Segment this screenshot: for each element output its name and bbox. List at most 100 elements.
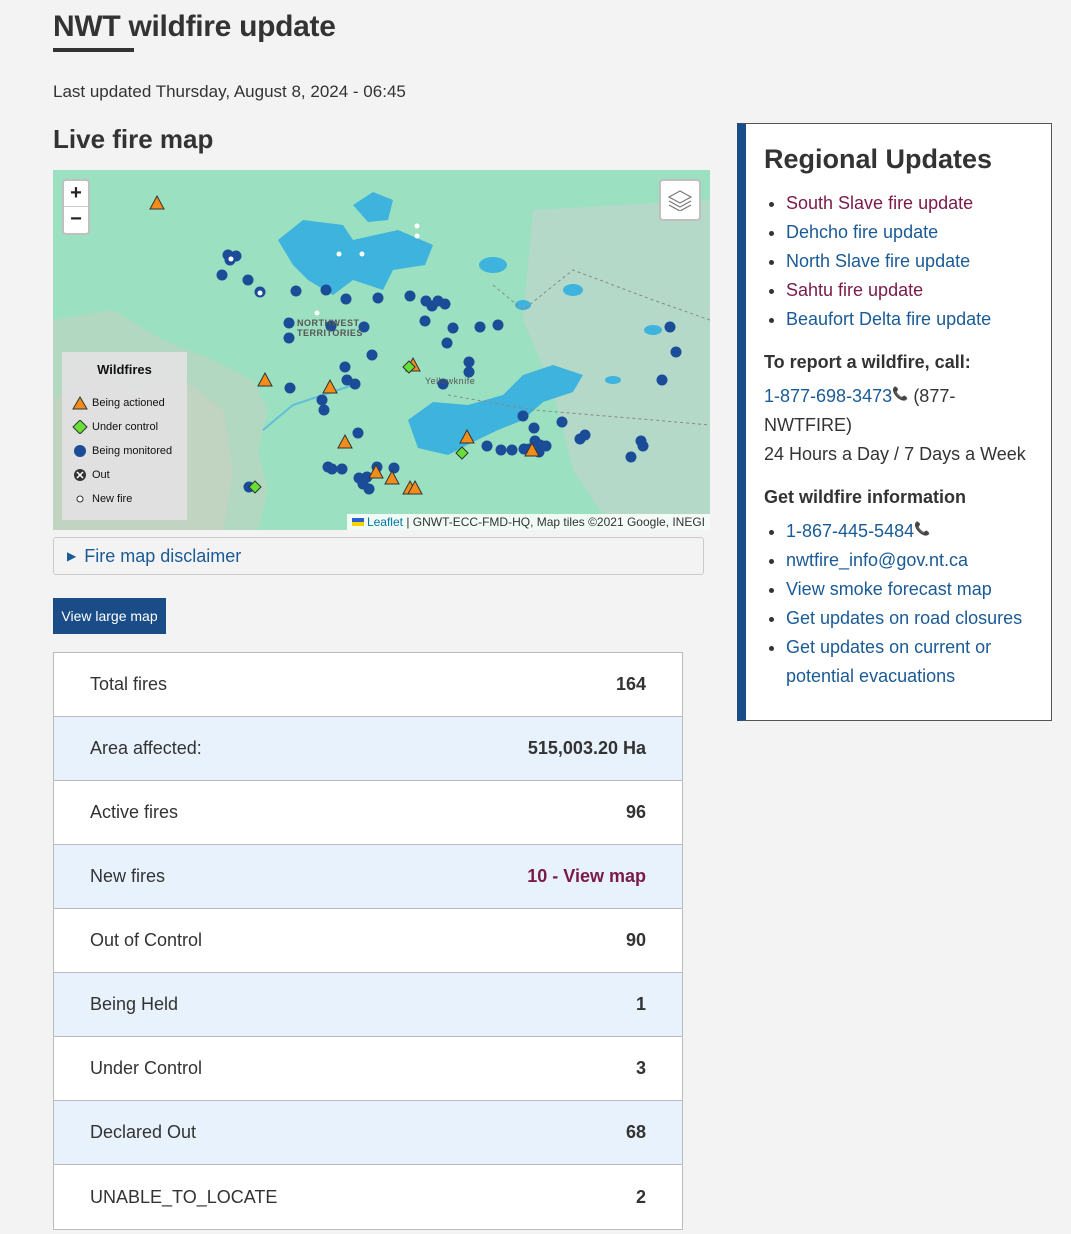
- table-row: Declared Out 68: [54, 1101, 682, 1165]
- fire-stats-table: Total fires 164 Area affected: 515,003.2…: [53, 652, 683, 1230]
- fire-marker-being-monitored[interactable]: [326, 463, 338, 475]
- fire-marker-under-control[interactable]: [455, 446, 469, 460]
- fire-marker-being-monitored[interactable]: [419, 315, 431, 327]
- report-hours: 24 Hours a Day / 7 Days a Week: [764, 444, 1026, 464]
- region-link-south-slave[interactable]: South Slave fire update: [786, 193, 973, 213]
- fire-marker-being-monitored[interactable]: [320, 284, 332, 296]
- fire-marker-being-monitored[interactable]: [540, 440, 552, 452]
- fire-marker-being-monitored[interactable]: [439, 298, 451, 310]
- layers-icon: [668, 190, 692, 211]
- ukraine-flag-icon: [351, 518, 364, 526]
- stat-value: 3: [635, 1058, 646, 1078]
- fire-marker-being-monitored[interactable]: [481, 440, 493, 452]
- x-circle-icon: [74, 469, 86, 481]
- fire-marker-being-actioned[interactable]: [322, 378, 338, 394]
- zoom-in-button[interactable]: +: [64, 181, 88, 207]
- fire-marker-being-monitored[interactable]: [656, 374, 668, 386]
- disclaimer-label: Fire map disclaimer: [84, 546, 242, 566]
- fire-marker-being-monitored[interactable]: [404, 290, 416, 302]
- page-title: NWT wildfire update: [53, 10, 336, 43]
- fire-marker-being-monitored[interactable]: [366, 349, 378, 361]
- stat-label: Out of Control: [90, 930, 203, 950]
- info-email-link[interactable]: nwtfire_info@gov.nt.ca: [786, 550, 968, 570]
- map-attribution: Leaflet | GNWT-ECC-FMD-HQ, Map tiles ©20…: [346, 514, 710, 530]
- fire-map[interactable]: NORTHWEST TERRITORIES Yellowknife + − Wi…: [53, 170, 710, 530]
- fire-marker-new[interactable]: [228, 256, 234, 262]
- stat-value: 515,003.20 Ha: [527, 738, 646, 758]
- leaflet-link[interactable]: Leaflet: [367, 515, 403, 529]
- fire-marker-being-monitored[interactable]: [528, 422, 540, 434]
- fire-marker-being-monitored[interactable]: [216, 269, 228, 281]
- fire-marker-being-actioned[interactable]: [149, 194, 165, 210]
- fire-marker-being-monitored[interactable]: [495, 444, 507, 456]
- fire-marker-being-monitored[interactable]: [242, 274, 254, 286]
- fire-marker-new[interactable]: [257, 290, 263, 296]
- layers-button[interactable]: [659, 179, 701, 221]
- fire-marker-being-monitored[interactable]: [441, 337, 453, 349]
- fire-marker-being-monitored[interactable]: [492, 319, 504, 331]
- evacuations-link[interactable]: Get updates on current or potential evac…: [786, 637, 991, 686]
- circle-icon: [74, 445, 86, 457]
- fire-marker-being-monitored[interactable]: [340, 293, 352, 305]
- fire-marker-being-monitored[interactable]: [363, 483, 375, 495]
- new-fires-view-map-link[interactable]: 10 - View map: [527, 866, 646, 887]
- fire-marker-new[interactable]: [359, 251, 365, 257]
- road-closures-link[interactable]: Get updates on road closures: [786, 608, 1022, 628]
- fire-marker-new[interactable]: [414, 223, 420, 229]
- fire-marker-being-actioned[interactable]: [459, 428, 475, 444]
- fire-marker-being-actioned[interactable]: [257, 371, 273, 387]
- fire-marker-being-monitored[interactable]: [318, 404, 330, 416]
- fire-marker-being-monitored[interactable]: [556, 416, 568, 428]
- fire-marker-being-monitored[interactable]: [506, 444, 518, 456]
- stat-label: New fires: [90, 866, 166, 886]
- table-row: Total fires 164: [54, 653, 682, 717]
- fire-marker-new[interactable]: [314, 310, 320, 316]
- fire-marker-being-monitored[interactable]: [637, 440, 649, 452]
- legend-item-new-fire: New fire: [72, 487, 177, 511]
- fire-marker-being-monitored[interactable]: [372, 292, 384, 304]
- view-large-map-button[interactable]: View large map: [53, 598, 166, 634]
- fire-marker-being-monitored[interactable]: [664, 321, 676, 333]
- fire-marker-new[interactable]: [414, 233, 420, 239]
- fire-marker-being-monitored[interactable]: [290, 285, 302, 297]
- zoom-control: + −: [62, 179, 90, 235]
- fire-marker-being-monitored[interactable]: [316, 394, 328, 406]
- fire-marker-being-monitored[interactable]: [352, 427, 364, 439]
- fire-map-disclaimer[interactable]: ▶ Fire map disclaimer: [53, 537, 704, 575]
- region-link-sahtu[interactable]: Sahtu fire update: [786, 280, 923, 300]
- zoom-out-button[interactable]: −: [64, 207, 88, 233]
- fire-marker-being-monitored[interactable]: [284, 382, 296, 394]
- fire-marker-being-monitored[interactable]: [283, 332, 295, 344]
- fire-marker-being-monitored[interactable]: [625, 451, 637, 463]
- fire-marker-being-monitored[interactable]: [349, 378, 361, 390]
- phone-icon: 📞: [914, 521, 931, 536]
- region-link-beaufort-delta[interactable]: Beaufort Delta fire update: [786, 309, 991, 329]
- fire-marker-being-monitored[interactable]: [670, 346, 682, 358]
- legend-item-being-monitored: Being monitored: [72, 439, 177, 463]
- report-phone-link[interactable]: 1-877-698-3473: [764, 386, 892, 406]
- region-link-dehcho[interactable]: Dehcho fire update: [786, 222, 938, 242]
- map-label-yellowknife: Yellowknife: [425, 376, 476, 386]
- triangle-icon: [72, 396, 88, 410]
- fire-marker-new[interactable]: [336, 251, 342, 257]
- table-row: Out of Control 90: [54, 909, 682, 973]
- fire-marker-being-monitored[interactable]: [388, 462, 400, 474]
- fire-marker-being-monitored[interactable]: [463, 356, 475, 368]
- fire-marker-being-monitored[interactable]: [283, 317, 295, 329]
- info-phone-link[interactable]: 1-867-445-5484: [786, 521, 914, 541]
- region-link-north-slave[interactable]: North Slave fire update: [786, 251, 970, 271]
- fire-marker-being-monitored[interactable]: [447, 322, 459, 334]
- fire-marker-being-monitored[interactable]: [336, 463, 348, 475]
- map-label-territories: TERRITORIES: [297, 328, 363, 338]
- legend-item-being-actioned: Being actioned: [72, 391, 177, 415]
- stat-value: 164: [615, 674, 646, 694]
- fire-marker-being-actioned[interactable]: [384, 469, 400, 485]
- fire-marker-being-monitored[interactable]: [339, 361, 351, 373]
- small-circle-icon: [76, 495, 84, 503]
- stat-label: Being Held: [90, 994, 179, 1014]
- fire-marker-being-monitored[interactable]: [517, 410, 529, 422]
- fire-marker-being-monitored[interactable]: [579, 429, 591, 441]
- fire-marker-being-monitored[interactable]: [474, 321, 486, 333]
- fire-marker-being-actioned[interactable]: [337, 433, 353, 449]
- smoke-forecast-link[interactable]: View smoke forecast map: [786, 579, 992, 599]
